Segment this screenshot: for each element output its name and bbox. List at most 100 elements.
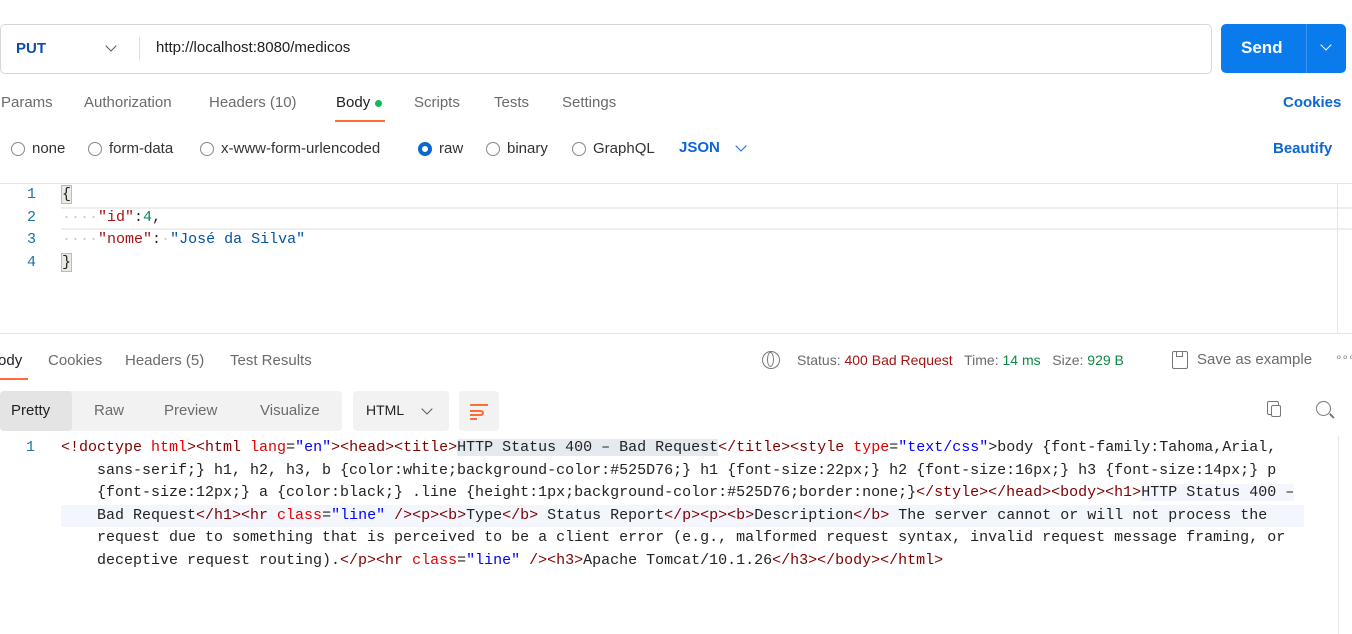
radio-label: GraphQL [593,140,655,157]
search-icon[interactable] [1316,401,1335,419]
radio-label: form-data [109,140,174,157]
copy-icon[interactable] [1267,401,1281,417]
code-token: </p><p><b> [664,506,755,524]
code-token: "line" [466,552,521,569]
radio-selected-icon [418,141,432,156]
save-as-example-button[interactable]: Save as example [1197,351,1312,368]
code-token: </h3></body></html> [772,552,944,569]
code-token: lang [250,439,287,456]
code-token: = [322,506,332,524]
status-label: Status: [797,352,841,368]
radio-icon [200,141,214,156]
code-line-2[interactable]: ····"id":4, [62,209,161,226]
radio-icon [486,141,500,156]
time-value[interactable]: 14 ms [1002,352,1040,368]
code-token: </style></head><body><h1> [916,484,1142,502]
format-select[interactable]: JSON [679,139,720,156]
tab-headers[interactable]: Headers (10) [209,94,297,111]
code-token: <!doctype [61,439,152,456]
brace-open[interactable]: { [60,185,73,204]
response-code-line: <!doctype html><html lang="en"><head><ti… [61,439,1276,456]
size-value[interactable]: 929 B [1087,352,1124,368]
chevron-down-icon[interactable] [1320,39,1332,51]
view-pretty[interactable]: Pretty [0,391,72,431]
scrollbar[interactable] [1337,183,1338,333]
send-button[interactable]: Send [1221,24,1346,73]
radio-graphql[interactable]: GraphQL [572,140,655,157]
language-label: HTML [366,402,405,418]
chevron-down-icon[interactable] [735,140,747,152]
radio-label: x-www-form-urlencoded [221,140,381,157]
tab-scripts[interactable]: Scripts [414,94,460,111]
divider [0,183,1352,184]
tab-params[interactable]: Params [1,94,53,111]
chevron-down-icon[interactable] [105,40,117,52]
language-select[interactable]: HTML [353,391,449,431]
code-line-3[interactable]: ····"nome":·"José da Silva" [62,231,305,248]
request-bar: PUT http://localhost:8080/medicos [0,24,1212,74]
line-number: 4 [26,254,36,271]
code-token: html [151,439,188,456]
whitespace: ···· [62,209,99,226]
radio-icon [88,141,102,156]
scrollbar[interactable] [1338,436,1339,634]
radio-none[interactable]: none [11,140,65,157]
save-icon [1172,351,1188,369]
more-options-icon[interactable]: ∘∘∘ [1335,350,1352,364]
method-select[interactable]: PUT [16,40,46,57]
chevron-down-icon [421,403,433,415]
code-token: deceptive request routing). [97,552,341,569]
response-tab-body[interactable]: Body [0,352,22,369]
tab-body[interactable]: Body [336,94,383,111]
view-preview[interactable]: Preview [164,402,217,419]
tab-settings[interactable]: Settings [562,94,616,111]
response-tab-headers[interactable]: Headers (5) [125,352,204,369]
tab-body-label: Body [336,94,371,111]
response-code-line: {font-size:12px;} a {color:black;} .line… [97,484,1295,502]
code-token: </h1><hr [196,506,278,524]
code-token: {font-size:12px;} a {color:black;} .line… [97,484,917,502]
divider [0,333,1352,334]
tab-tests[interactable]: Tests [494,94,529,111]
code-token: type [853,439,890,456]
view-visualize[interactable]: Visualize [260,402,320,419]
code-token: </b> [853,506,890,524]
response-code-line: deceptive request routing).</p><hr class… [97,552,943,569]
brace-close[interactable]: } [60,253,73,272]
cookies-link[interactable]: Cookies [1283,94,1341,111]
radio-icon [11,141,25,156]
code-token: class [412,552,458,569]
current-line-highlight [61,207,1352,230]
code-token: request due to something that is perceiv… [97,529,1286,547]
radio-raw[interactable]: raw [418,140,463,157]
json-key: "id" [98,209,135,226]
radio-icon [572,141,586,156]
active-tab-indicator [335,120,385,122]
beautify-link[interactable]: Beautify [1273,140,1332,157]
tab-authorization[interactable]: Authorization [84,94,172,111]
globe-icon[interactable] [762,351,780,369]
code-token: ><html [187,439,251,456]
view-mode-selector: Pretty Raw Preview Visualize [0,391,342,431]
code-token: "line" [331,506,386,524]
wrap-lines-button[interactable] [459,391,499,431]
size-label: Size: [1052,352,1084,368]
status-badge[interactable]: 400 Bad Request [844,352,952,368]
response-tab-test-results[interactable]: Test Results [230,352,312,369]
response-code-line: Bad Request</h1><hr class="line" /><p><b… [97,506,1267,524]
radio-label: binary [507,140,548,157]
radio-urlencoded[interactable]: x-www-form-urlencoded [200,140,380,157]
response-tab-cookies[interactable]: Cookies [48,352,102,369]
code-token: sans-serif;} h1, h2, h3, b {color:white;… [97,461,1277,479]
code-token: /><p><b> [385,506,467,524]
radio-binary[interactable]: binary [486,140,548,157]
view-raw[interactable]: Raw [94,402,124,419]
radio-form-data[interactable]: form-data [88,140,173,157]
code-token: </b> [502,506,539,524]
url-input[interactable]: http://localhost:8080/medicos [156,39,350,56]
code-token: "text/css" [898,439,989,456]
response-code-line: request due to something that is perceiv… [97,529,1285,546]
modified-dot-icon [375,99,383,107]
code-token: /><h3> [520,552,584,569]
radio-label: raw [439,140,464,157]
